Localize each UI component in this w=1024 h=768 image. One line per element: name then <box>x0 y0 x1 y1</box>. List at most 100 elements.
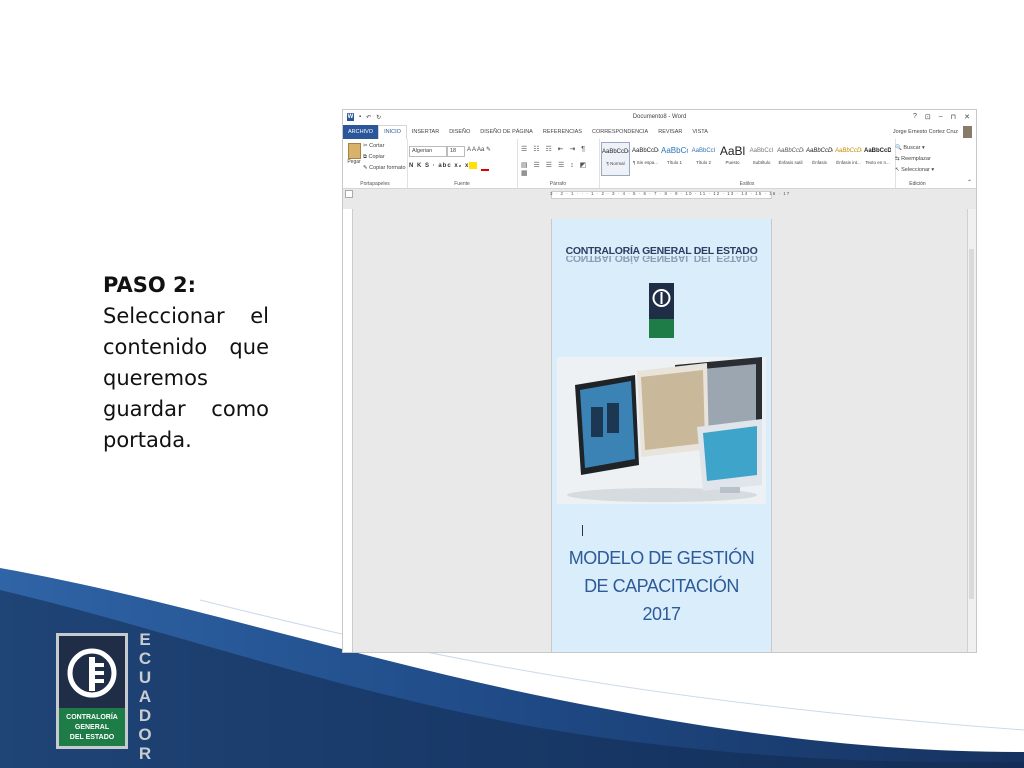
scrollbar-thumb[interactable] <box>969 249 974 599</box>
cut-button[interactable]: ✂ Cortar <box>363 143 384 149</box>
clipboard-group: Pegar ✂ Cortar ⧉ Copiar ✎ Copiar formato… <box>343 139 408 188</box>
tab-diseno-pagina[interactable]: DISEÑO DE PÁGINA <box>475 125 538 139</box>
alignment-buttons[interactable]: ▤ ☰ ☰ ☰ ↕ ◩ ▦ <box>521 161 599 177</box>
style-preview: AaBbCc <box>661 146 688 155</box>
tab-insertar[interactable]: INSERTAR <box>407 125 444 139</box>
page-cover-title[interactable]: MODELO DE GESTIÓN DE CAPACITACIÓN 2017 <box>552 544 771 628</box>
font-size-buttons[interactable]: A A Aa ✎ <box>467 146 491 153</box>
ecuador-vertical-text: E C U A D O R <box>136 630 154 763</box>
collapse-ribbon-icon[interactable]: ⌃ <box>967 179 972 186</box>
paste-button[interactable]: Pegar <box>347 143 361 167</box>
tab-archivo[interactable]: ARCHIVO <box>343 125 379 139</box>
style-name: Énfasis int... <box>836 160 861 165</box>
ecuador-letter: U <box>138 668 152 687</box>
devices-image[interactable] <box>557 357 766 504</box>
tab-correspondencia[interactable]: CORRESPONDENCIA <box>587 125 653 139</box>
styles-group-label: Estilos <box>739 181 755 187</box>
document-title: Documento8 - Word <box>632 114 687 120</box>
font-format-row[interactable]: N K S · abc x₂ x² <box>409 163 472 169</box>
style-enfasis-intenso[interactable]: AaBbCcDc Énfasis int... <box>835 142 862 174</box>
style-preview: AaBl <box>719 144 746 158</box>
minimize-icon[interactable]: – <box>939 113 943 121</box>
logo-text-3: DEL ESTADO <box>70 734 115 741</box>
style-sin-espaciado[interactable]: AaBbCcDc ¶ Sin espa... <box>632 142 659 174</box>
paragraph-group-label: Párrafo <box>549 181 567 187</box>
ribbon-tabs: ARCHIVO INICIO INSERTAR DISEÑO DISEÑO DE… <box>343 125 976 139</box>
style-subtitulo[interactable]: AaBbCcI Subtítulo <box>748 142 775 174</box>
replace-button[interactable]: ⇆ Reemplazar <box>895 154 934 165</box>
highlight-color-icon[interactable] <box>469 162 477 169</box>
user-name[interactable]: Jorge Ernesto Cortez Cruz <box>893 125 958 139</box>
style-enfasis[interactable]: AaBbCcDc Énfasis <box>806 142 833 174</box>
logo-text-1: CONTRALORÍA <box>66 712 118 721</box>
window-controls: ? ⊡ – ⊓ ✕ <box>913 113 970 121</box>
style-name: Énfasis sutil <box>778 160 803 165</box>
help-icon[interactable]: ? <box>913 113 917 121</box>
tab-inicio[interactable]: INICIO <box>378 125 407 139</box>
ribbon-display-icon[interactable]: ⊡ <box>925 113 931 121</box>
style-name: ¶ Sin espa... <box>633 160 658 165</box>
style-titulo-1[interactable]: AaBbCc Título 1 <box>661 142 688 174</box>
style-preview: AaBbCcI <box>691 148 716 154</box>
tab-selector-icon[interactable] <box>345 190 353 198</box>
style-preview: AaBbCcDc <box>602 149 629 155</box>
tab-revisar[interactable]: REVISAR <box>653 125 687 139</box>
avatar[interactable] <box>963 126 972 138</box>
style-name: Título 1 <box>666 160 682 165</box>
replace-label: Reemplazar <box>901 156 931 162</box>
paragraph-group: ☰ ☷ ☶ ⇤ ⇥ ¶ ▤ ☰ ☰ ☰ ↕ ◩ ▦ Párrafo <box>517 139 600 188</box>
step-title: PASO 2: <box>103 273 197 297</box>
style-name: ¶ Normal <box>606 161 625 166</box>
ecuador-letter: A <box>138 687 152 706</box>
clipboard-group-label: Portapapeles <box>360 181 390 187</box>
style-preview: AaBbCcDc <box>864 148 891 154</box>
font-group: Algerian 18 A A Aa ✎ N K S · abc x₂ x² F… <box>407 139 518 188</box>
find-label: Buscar <box>903 145 921 151</box>
paste-label: Pegar <box>347 159 361 165</box>
step-text: Seleccionar el contenido que queremos gu… <box>103 304 269 452</box>
style-name: Título 2 <box>695 160 711 165</box>
style-preview: AaBbCcI <box>749 148 774 154</box>
page-header-reflection: CONTRALORÍA GENERAL DEL ESTADO <box>565 256 758 264</box>
cover-title-line: DE CAPACITACIÓN <box>584 576 739 596</box>
style-name: Puesto <box>725 160 740 165</box>
style-preview: AaBbCcDc <box>777 148 804 154</box>
ruler-numbers: 3 · 2 · 1 · · · 1 · 2 · 3 · 4 · 5 · 6 · … <box>550 191 791 196</box>
select-button[interactable]: ↖ Seleccionar ▾ <box>895 165 934 176</box>
close-icon[interactable]: ✕ <box>964 113 970 121</box>
font-size-select[interactable]: 18 <box>447 146 465 157</box>
style-name: Texto en n... <box>865 160 890 165</box>
editing-group-label: Edición <box>909 181 926 187</box>
list-buttons[interactable]: ☰ ☷ ☶ ⇤ ⇥ ¶ <box>521 145 587 153</box>
style-preview: AaBbCcDc <box>806 148 833 154</box>
page-logo[interactable] <box>649 283 674 338</box>
horizontal-ruler: 3 · 2 · 1 · · · 1 · 2 · 3 · 4 · 5 · 6 · … <box>343 189 976 199</box>
text-cursor <box>582 525 583 536</box>
ecuador-letter: E <box>139 630 151 649</box>
select-label: Seleccionar <box>901 167 930 173</box>
style-name: Énfasis <box>812 160 827 165</box>
font-group-label: Fuente <box>454 181 470 187</box>
font-color-icon[interactable] <box>481 162 489 171</box>
style-name: Subtítulo <box>752 160 771 165</box>
style-puesto[interactable]: AaBl Puesto <box>719 142 746 174</box>
font-name-select[interactable]: Algerian <box>409 146 447 157</box>
vertical-ruler <box>343 209 353 652</box>
style-enfasis-sutil[interactable]: AaBbCcDc Énfasis sutil <box>777 142 804 174</box>
editing-group: 🔍 Buscar ▾ ⇆ Reemplazar ↖ Seleccionar ▾ <box>895 143 934 176</box>
tab-vista[interactable]: VISTA <box>687 125 713 139</box>
style-texto-en-negrita[interactable]: AaBbCcDc Texto en n... <box>864 142 891 174</box>
style-normal[interactable]: AaBbCcDc ¶ Normal <box>601 142 630 176</box>
tab-diseno[interactable]: DISEÑO <box>444 125 475 139</box>
ecuador-letter: C <box>138 649 152 668</box>
ecuador-letter: R <box>138 744 152 763</box>
document-page[interactable]: CONTRALORÍA GENERAL DEL ESTADO CONTRALOR… <box>551 219 772 652</box>
vertical-scrollbar[interactable] <box>967 209 976 652</box>
copy-button[interactable]: ⧉ Copiar <box>363 154 385 161</box>
find-button[interactable]: 🔍 Buscar ▾ <box>895 143 934 154</box>
format-painter-button[interactable]: ✎ Copiar formato <box>363 165 406 171</box>
ecuador-letter: D <box>138 706 152 725</box>
style-titulo-2[interactable]: AaBbCcI Título 2 <box>690 142 717 174</box>
restore-icon[interactable]: ⊓ <box>951 113 956 121</box>
tab-referencias[interactable]: REFERENCIAS <box>538 125 587 139</box>
